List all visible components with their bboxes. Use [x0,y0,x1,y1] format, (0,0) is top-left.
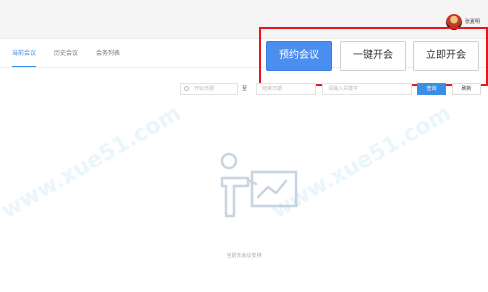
calendar-icon [184,86,189,91]
one-click-meeting-button[interactable]: 一键开会 [340,41,406,71]
schedule-meeting-button[interactable]: 预约会议 [266,41,332,71]
tab-meeting-list[interactable]: 会务列表 [96,48,120,66]
tab-history-meetings[interactable]: 历史会议 [54,48,78,66]
tab-current-meetings[interactable]: 当前会议 [12,48,37,68]
username[interactable]: 张夏明 [465,18,480,25]
empty-state-illustration [220,152,298,218]
query-button[interactable]: 查询 [417,83,446,95]
instant-meeting-button[interactable]: 立即开会 [413,41,479,71]
keyword-search-input[interactable]: 请输入关键字 [322,83,412,95]
refresh-button[interactable]: 刷新 [452,83,481,95]
date-range-separator: 至 [242,86,248,92]
end-date-input[interactable]: 结束日期 [256,83,316,95]
empty-state-message: 当前无会议安排 [226,253,262,259]
watermark: www.xue51.com [0,100,186,225]
